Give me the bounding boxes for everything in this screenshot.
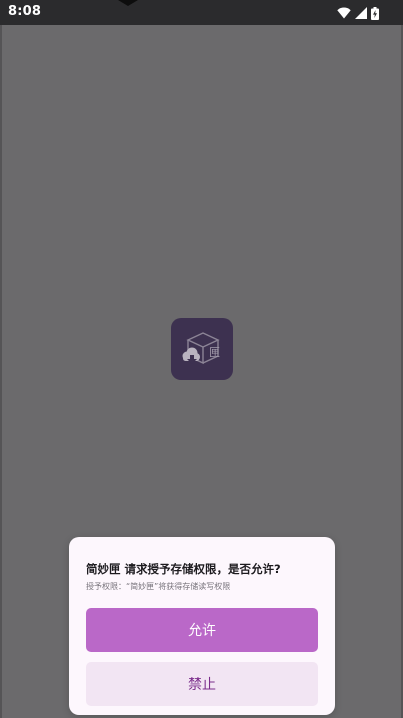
camera-notch — [118, 0, 138, 6]
left-edge — [0, 25, 2, 718]
permission-dialog: 简妙匣 请求授予存储权限，是否允许? 授予权限：“简妙匣”将获得存储读写权限 允… — [69, 537, 335, 715]
status-bar: 8:08 — [0, 0, 403, 25]
download-box-icon: 匣 — [182, 332, 220, 365]
status-time: 8:08 — [8, 4, 42, 19]
wifi-icon — [337, 7, 351, 19]
battery-charging-icon — [371, 6, 379, 20]
status-icons — [337, 6, 379, 20]
dialog-message: 授予权限：“简妙匣”将获得存储读写权限 — [86, 582, 231, 591]
deny-button[interactable]: 禁止 — [86, 662, 318, 706]
app-logo: 匣 — [171, 318, 233, 380]
allow-button[interactable]: 允许 — [86, 608, 318, 652]
dialog-title: 简妙匣 请求授予存储权限，是否允许? — [86, 562, 281, 576]
svg-text:匣: 匣 — [209, 346, 220, 359]
cellular-signal-icon — [355, 7, 367, 19]
